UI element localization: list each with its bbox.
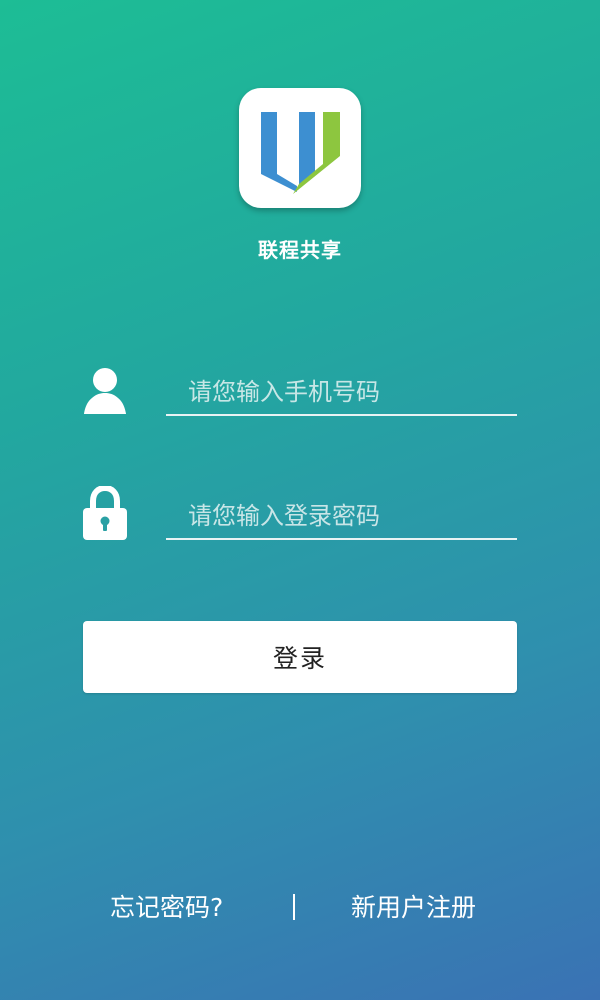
password-input[interactable]	[188, 498, 508, 534]
login-button[interactable]: 登录	[83, 621, 517, 693]
app-logo-icon	[261, 112, 340, 194]
password-field[interactable]	[166, 492, 517, 540]
forgot-password-link[interactable]: 忘记密码?	[110, 890, 223, 926]
user-icon	[82, 366, 128, 416]
app-logo	[239, 88, 361, 208]
phone-field[interactable]	[166, 368, 517, 416]
register-link[interactable]: 新用户注册	[351, 890, 476, 926]
phone-input[interactable]	[188, 374, 508, 410]
lock-icon	[82, 484, 128, 540]
app-name: 联程共享	[258, 238, 342, 262]
footer-divider	[293, 894, 295, 920]
